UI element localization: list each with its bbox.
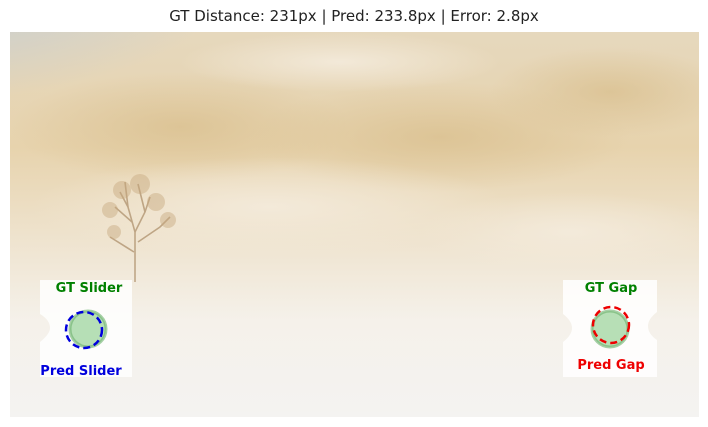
captcha-image: GT Slider Pred Slider GT Gap Pred Gap — [10, 32, 699, 417]
gt-slider-label: GT Slider — [55, 281, 123, 296]
gt-slider-marker — [68, 309, 108, 349]
pred-gap-label: Pred Gap — [577, 358, 645, 373]
gt-gap-marker — [590, 309, 630, 349]
result-figure: GT Distance: 231px | Pred: 233.8px | Err… — [0, 0, 708, 427]
gt-gap-label: GT Gap — [584, 281, 638, 296]
figure-title: GT Distance: 231px | Pred: 233.8px | Err… — [169, 7, 539, 25]
pred-slider-label: Pred Slider — [40, 364, 122, 379]
